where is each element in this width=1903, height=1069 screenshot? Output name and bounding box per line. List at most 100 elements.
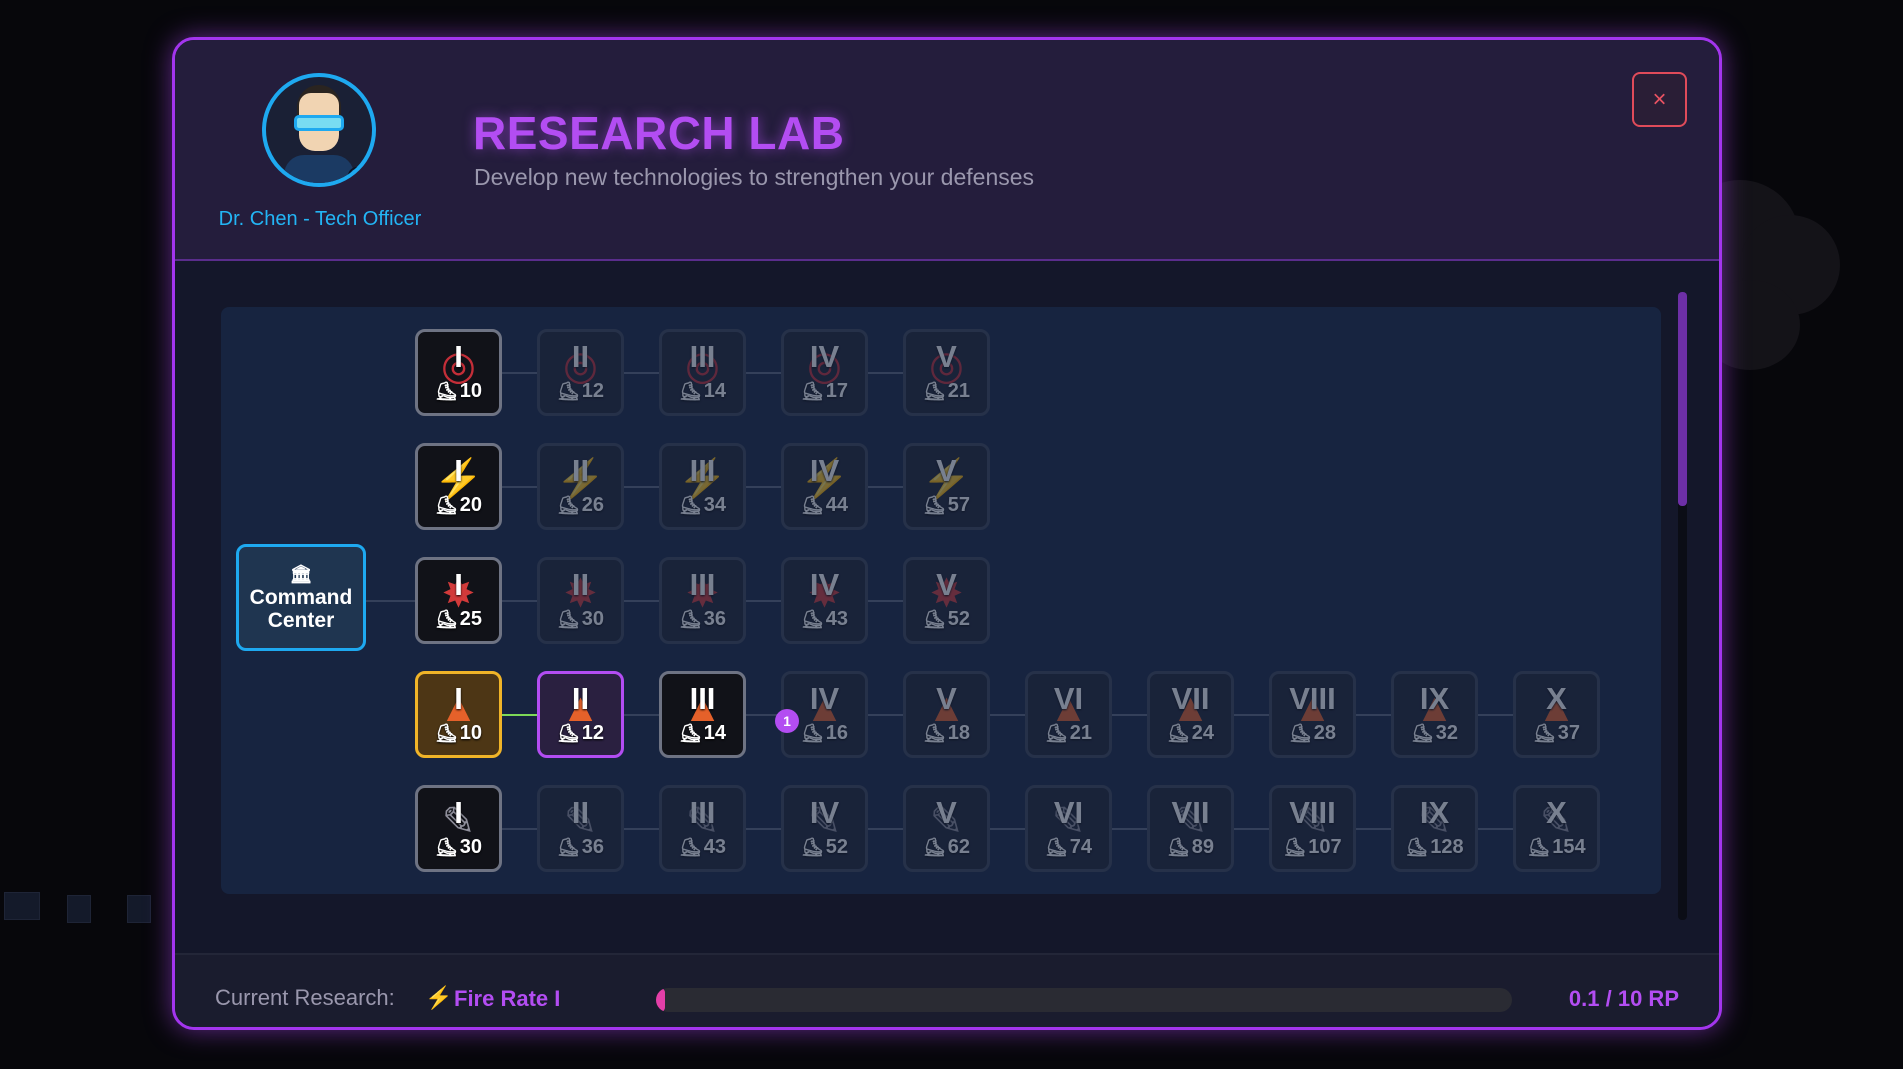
- tier-label: III: [689, 339, 716, 374]
- research-node-burst-iii[interactable]: ✸ III ⛸ 36: [659, 557, 746, 644]
- research-node-wrench-vii[interactable]: ✎ VII ⛸ 89: [1147, 785, 1234, 872]
- research-node-flame-ix[interactable]: ▲ IX ⛸ 32: [1391, 671, 1478, 758]
- cost-value: 74: [1069, 836, 1093, 858]
- research-points-readout: 0.1 / 10 RP: [1568, 986, 1679, 1011]
- research-node-wrench-vi[interactable]: ✎ VI ⛸ 74: [1025, 785, 1112, 872]
- research-node-target-iv[interactable]: ◎ IV ⛸ 17: [781, 329, 868, 416]
- research-node-burst-i[interactable]: ✸ I ⛸ 25: [415, 557, 502, 644]
- cost-label: ⛸ 154: [1516, 836, 1597, 858]
- research-node-wrench-viii[interactable]: ✎ VIII ⛸ 107: [1269, 785, 1356, 872]
- research-node-target-v[interactable]: ◎ V ⛸ 21: [903, 329, 990, 416]
- research-point-icon: ⛸: [434, 495, 458, 515]
- cost-label: ⛸ 107: [1272, 836, 1353, 858]
- research-point-icon: ⛸: [1166, 837, 1190, 857]
- building-icon: 🏛: [289, 563, 313, 584]
- research-point-icon: ⛸: [556, 609, 580, 629]
- research-point-icon: ⛸: [1166, 723, 1190, 743]
- cost-label: ⛸ 10: [418, 380, 499, 402]
- research-node-burst-v[interactable]: ✸ V ⛸ 52: [903, 557, 990, 644]
- research-node-wrench-ix[interactable]: ✎ IX ⛸ 128: [1391, 785, 1478, 872]
- cost-label: ⛸ 30: [418, 836, 499, 858]
- research-node-flame-iii[interactable]: ▲ III ⛸ 14: [659, 671, 746, 758]
- cost-value: 30: [459, 836, 483, 858]
- research-node-flame-x[interactable]: ▲ X ⛸ 37: [1513, 671, 1600, 758]
- research-node-bolt-iv[interactable]: ⚡ IV ⛸ 44: [781, 443, 868, 530]
- cost-value: 30: [581, 608, 605, 630]
- research-node-bolt-iii[interactable]: ⚡ III ⛸ 34: [659, 443, 746, 530]
- cost-value: 128: [1430, 836, 1464, 858]
- research-node-flame-v[interactable]: ▲ V ⛸ 18: [903, 671, 990, 758]
- research-node-wrench-iii[interactable]: ✎ III ⛸ 43: [659, 785, 746, 872]
- research-node-target-iii[interactable]: ◎ III ⛸ 14: [659, 329, 746, 416]
- tier-label: IV: [809, 795, 840, 830]
- research-node-burst-ii[interactable]: ✸ II ⛸ 30: [537, 557, 624, 644]
- research-node-wrench-i[interactable]: ✎ I ⛸ 30: [415, 785, 502, 872]
- cost-label: ⛸ 43: [784, 608, 865, 630]
- research-node-wrench-v[interactable]: ✎ V ⛸ 62: [903, 785, 990, 872]
- officer-name: Dr. Chen - Tech Officer: [218, 208, 422, 230]
- research-node-flame-vii[interactable]: ▲ VII ⛸ 24: [1147, 671, 1234, 758]
- cost-label: ⛸ 20: [418, 494, 499, 516]
- cost-label: ⛸ 128: [1394, 836, 1475, 858]
- research-point-icon: ⛸: [922, 495, 946, 515]
- research-point-icon: ⛸: [922, 381, 946, 401]
- research-node-bolt-i[interactable]: ⚡ I ⛸ 20: [415, 443, 502, 530]
- tier-label: V: [936, 453, 957, 488]
- cost-label: ⛸ 14: [662, 722, 743, 744]
- research-point-icon: ⛸: [556, 723, 580, 743]
- research-node-flame-viii[interactable]: ▲ VIII ⛸ 28: [1269, 671, 1356, 758]
- tier-label: X: [1546, 795, 1567, 830]
- research-point-icon: ⛸: [1044, 837, 1068, 857]
- cost-value: 32: [1435, 722, 1459, 744]
- tree-link: [1356, 827, 1391, 830]
- command-center-node[interactable]: 🏛 Command Center: [236, 544, 366, 651]
- current-research-bar: Current Research: ⚡ Fire Rate I 0.1 / 10…: [175, 953, 1719, 1027]
- tree-link: [624, 371, 659, 374]
- cost-value: 154: [1552, 836, 1586, 858]
- tree-link: [1356, 713, 1391, 716]
- tree-link: [868, 485, 903, 488]
- tier-label: VI: [1053, 681, 1084, 716]
- research-node-bolt-ii[interactable]: ⚡ II ⛸ 26: [537, 443, 624, 530]
- status-dot: [348, 167, 366, 183]
- research-node-wrench-ii[interactable]: ✎ II ⛸ 36: [537, 785, 624, 872]
- cost-value: 10: [459, 722, 483, 744]
- tree-link: [502, 371, 537, 374]
- tree-link: [1234, 827, 1269, 830]
- cost-value: 44: [825, 494, 849, 516]
- research-node-wrench-x[interactable]: ✎ X ⛸ 154: [1513, 785, 1600, 872]
- cost-label: ⛸ 26: [540, 494, 621, 516]
- research-point-icon: ⛸: [800, 495, 824, 515]
- tree-link: [624, 599, 659, 602]
- tier-label: II: [571, 681, 590, 716]
- close-button[interactable]: ×: [1632, 72, 1687, 127]
- research-node-wrench-iv[interactable]: ✎ IV ⛸ 52: [781, 785, 868, 872]
- tier-label: I: [454, 453, 463, 488]
- research-node-flame-ii[interactable]: ▲ II ⛸ 12: [537, 671, 624, 758]
- cost-label: ⛸ 25: [418, 608, 499, 630]
- research-node-flame-i[interactable]: ▲ I ⛸ 10: [415, 671, 502, 758]
- research-node-target-i[interactable]: ◎ I ⛸ 10: [415, 329, 502, 416]
- tree-link: [502, 485, 537, 488]
- tier-label: VIII: [1289, 681, 1336, 716]
- research-node-target-ii[interactable]: ◎ II ⛸ 12: [537, 329, 624, 416]
- command-center-label-line1: Command: [249, 585, 353, 609]
- tier-label: II: [571, 567, 590, 602]
- tree-link: [1478, 713, 1513, 716]
- cost-label: ⛸ 18: [906, 722, 987, 744]
- scrollbar-thumb[interactable]: [1678, 292, 1687, 506]
- cost-value: 18: [947, 722, 971, 744]
- research-point-icon: ⛸: [556, 495, 580, 515]
- cost-value: 34: [703, 494, 727, 516]
- research-node-burst-iv[interactable]: ✸ IV ⛸ 43: [781, 557, 868, 644]
- research-node-bolt-v[interactable]: ⚡ V ⛸ 57: [903, 443, 990, 530]
- cost-label: ⛸ 43: [662, 836, 743, 858]
- cost-value: 10: [459, 380, 483, 402]
- cost-label: ⛸ 62: [906, 836, 987, 858]
- research-point-icon: ⛸: [800, 723, 824, 743]
- cost-label: ⛸ 74: [1028, 836, 1109, 858]
- research-node-flame-vi[interactable]: ▲ VI ⛸ 21: [1025, 671, 1112, 758]
- cost-label: ⛸ 32: [1394, 722, 1475, 744]
- research-point-icon: ⛸: [678, 381, 702, 401]
- cost-value: 52: [947, 608, 971, 630]
